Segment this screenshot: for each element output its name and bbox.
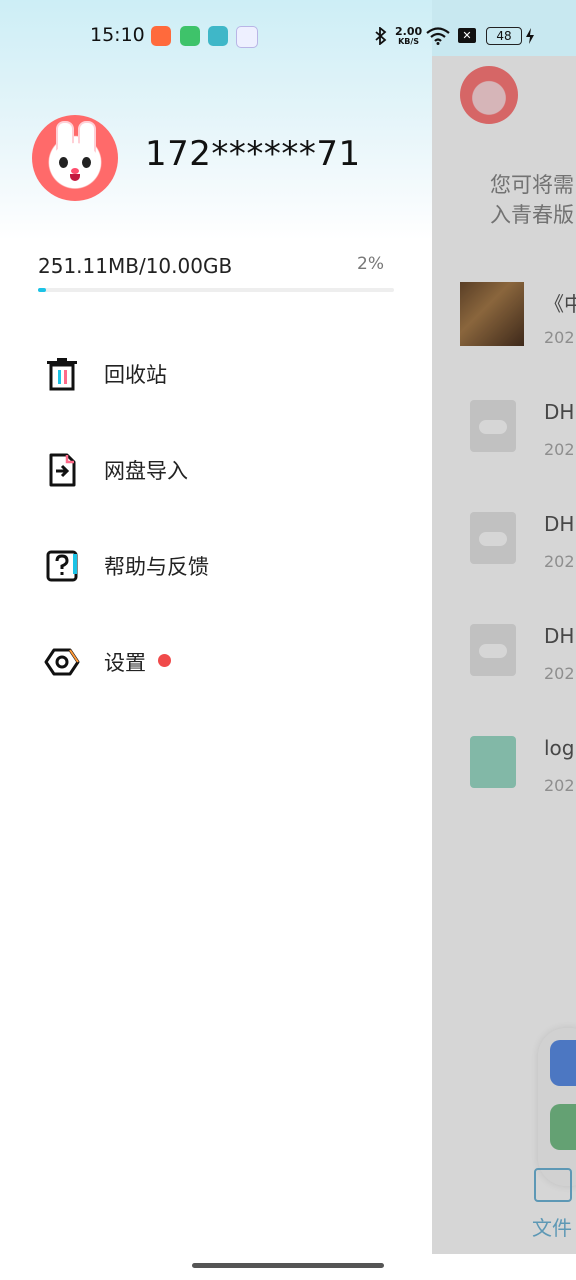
menu-label-settings: 设置 <box>104 651 146 675</box>
bg-avatar <box>460 66 518 124</box>
charging-icon <box>526 28 534 44</box>
bg-file-date: 202 <box>544 776 575 795</box>
menu-label-cloud-import: 网盘导入 <box>104 459 188 483</box>
bg-hint-line1: 您可将需 <box>490 173 574 197</box>
storage-percent: 2% <box>357 254 384 274</box>
app-icon-teal <box>208 26 228 46</box>
cloud-file-icon <box>470 624 516 676</box>
battery-indicator: 48 <box>486 27 522 45</box>
bg-file-date: 202 <box>544 552 575 571</box>
menu-item-settings[interactable]: 设置 <box>38 632 398 692</box>
menu-item-help-feedback[interactable]: 帮助与反馈 <box>38 536 398 596</box>
username[interactable]: 172******71 <box>145 134 361 174</box>
app-icon-red <box>151 26 171 46</box>
bg-file-row: DH 202 <box>432 504 576 614</box>
menu-label-recycle-bin: 回收站 <box>104 363 167 387</box>
bg-file-name: DH <box>544 400 575 424</box>
trash-icon <box>47 358 77 391</box>
status-time: 15:10 <box>90 24 145 46</box>
bg-file-name: 《中 <box>544 292 576 316</box>
bg-file-row: 《中 202 <box>432 280 576 390</box>
bg-hint-text: 您可将需 入青春版 <box>490 170 576 230</box>
storage-usage-text: 251.11MB/10.00GB <box>38 254 233 278</box>
bg-file-date: 202 <box>544 328 575 347</box>
file-tab-label: 文件 <box>532 1216 572 1240</box>
status-bar: 15:10 2.00 KB/S ✕ 48 <box>0 0 576 72</box>
apk-file-icon <box>470 736 516 788</box>
background-app: 您可将需 入青春版 《中 202 DH 202 DH 202 DH 202 lo… <box>432 0 576 1280</box>
more-icon <box>550 1104 576 1150</box>
bg-file-name: log <box>544 736 575 760</box>
bg-file-date: 202 <box>544 664 575 683</box>
image-thumbnail <box>460 282 524 346</box>
x-icon: ✕ <box>458 28 476 43</box>
menu-item-cloud-import[interactable]: 网盘导入 <box>38 440 398 500</box>
settings-hex-icon <box>44 648 80 676</box>
home-indicator[interactable] <box>192 1263 384 1268</box>
bunny-face <box>50 143 100 187</box>
bg-file-row: DH 202 <box>432 392 576 502</box>
bg-file-date: 202 <box>544 440 575 459</box>
bunny-eye <box>82 157 91 168</box>
storage-progress-bar <box>38 288 394 292</box>
network-speed-unit: KB/S <box>398 37 420 46</box>
bg-file-name: DH <box>544 624 575 648</box>
network-speed-value: 2.00 <box>395 25 423 38</box>
avatar[interactable] <box>32 115 118 201</box>
menu-item-recycle-bin[interactable]: 回收站 <box>38 344 398 404</box>
wifi-icon <box>426 27 450 45</box>
bunny-eye <box>59 157 68 168</box>
bluetooth-icon <box>375 27 387 45</box>
file-import-icon <box>49 453 76 487</box>
menu-label-help-feedback: 帮助与反馈 <box>104 555 209 579</box>
network-speed: 2.00 KB/S <box>395 26 422 46</box>
cloud-file-icon <box>470 400 516 452</box>
file-tab-icon <box>534 1168 572 1202</box>
bg-hint-line2: 入青春版 <box>490 203 574 227</box>
help-icon <box>46 550 78 582</box>
storage-progress-fill <box>38 288 46 292</box>
side-drawer: 172******71 251.11MB/10.00GB 2% 回收站 网盘导入 <box>0 0 432 1280</box>
cloud-file-icon <box>470 512 516 564</box>
bunny-mouth <box>70 174 80 181</box>
bg-file-row: log 202 <box>432 728 576 838</box>
transfer-icon <box>550 1040 576 1086</box>
app-icon-green <box>180 26 200 46</box>
bg-file-name: DH <box>544 512 575 536</box>
notification-dot <box>158 654 171 667</box>
app-icon-purple <box>236 26 258 48</box>
bg-file-row: DH 202 <box>432 616 576 726</box>
floating-action-panel <box>538 1028 576 1186</box>
